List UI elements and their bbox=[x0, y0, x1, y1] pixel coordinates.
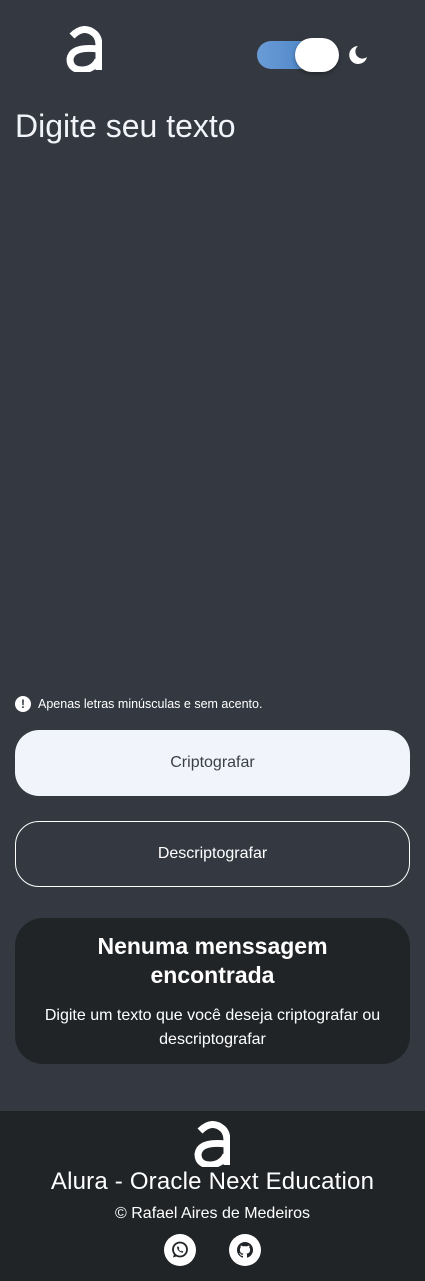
hint-text: Apenas letras minúsculas e sem acento. bbox=[38, 697, 263, 711]
footer-title: Alura - Oracle Next Education bbox=[50, 1168, 375, 1195]
github-link[interactable] bbox=[229, 1234, 261, 1266]
footer-credit: © Rafael Aires de Medeiros bbox=[115, 1205, 310, 1222]
alura-logo-icon[interactable] bbox=[66, 24, 102, 72]
decrypt-button[interactable]: Descriptografar bbox=[15, 821, 410, 887]
toggle-knob bbox=[295, 38, 339, 72]
output-message: Digite um texto que você deseja criptogr… bbox=[44, 1007, 381, 1048]
footer-alura-logo-icon bbox=[194, 1121, 230, 1167]
github-icon bbox=[236, 1242, 254, 1258]
input-hint: ! Apenas letras minúsculas e sem acento. bbox=[15, 695, 262, 713]
output-card: Nenuma menssagem encontrada Digite um te… bbox=[15, 918, 410, 1064]
theme-toggle[interactable] bbox=[257, 38, 340, 72]
footer: Alura - Oracle Next Education © Rafael A… bbox=[0, 1111, 425, 1281]
encrypt-button[interactable]: Criptografar bbox=[15, 730, 410, 796]
whatsapp-link[interactable] bbox=[164, 1234, 196, 1266]
whatsapp-icon bbox=[172, 1241, 188, 1258]
message-input[interactable] bbox=[15, 104, 410, 674]
moon-icon bbox=[349, 46, 367, 64]
exclamation-icon: ! bbox=[15, 696, 31, 712]
header bbox=[0, 0, 425, 100]
output-title: Nenuma menssagem encontrada bbox=[97, 933, 328, 988]
